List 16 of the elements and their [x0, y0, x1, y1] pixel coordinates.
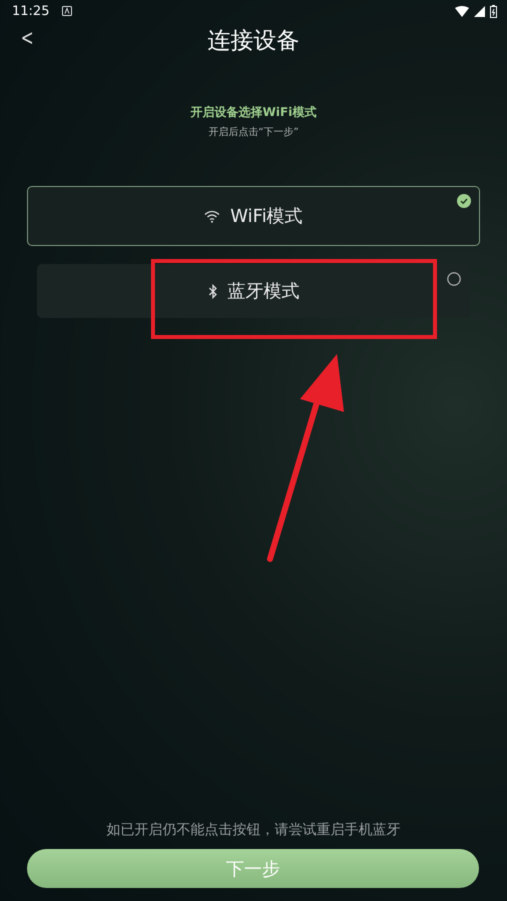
bluetooth-icon: [208, 284, 218, 298]
page-title: 连接设备: [208, 26, 300, 56]
cell-signal-icon: [474, 6, 485, 16]
instruction-hint: 开启后点击“下一步”: [208, 126, 299, 139]
instruction-heading: 开启设备选择WiFi模式: [190, 104, 316, 121]
mode-option[interactable]: WiFi模式: [27, 186, 480, 246]
mode-option[interactable]: 蓝牙模式: [37, 264, 470, 318]
check-icon: [457, 194, 471, 208]
status-time: 11:25: [12, 4, 50, 18]
battery-icon: [490, 4, 497, 18]
footer-hint: 如已开启仍不能点击按钮，请尝试重启手机蓝牙: [106, 821, 402, 839]
radio-icon: [447, 272, 461, 286]
wifi-icon: [204, 210, 220, 222]
notification-icon: [62, 6, 72, 16]
back-button[interactable]: <: [18, 26, 36, 51]
wifi-signal-icon: [455, 6, 469, 16]
